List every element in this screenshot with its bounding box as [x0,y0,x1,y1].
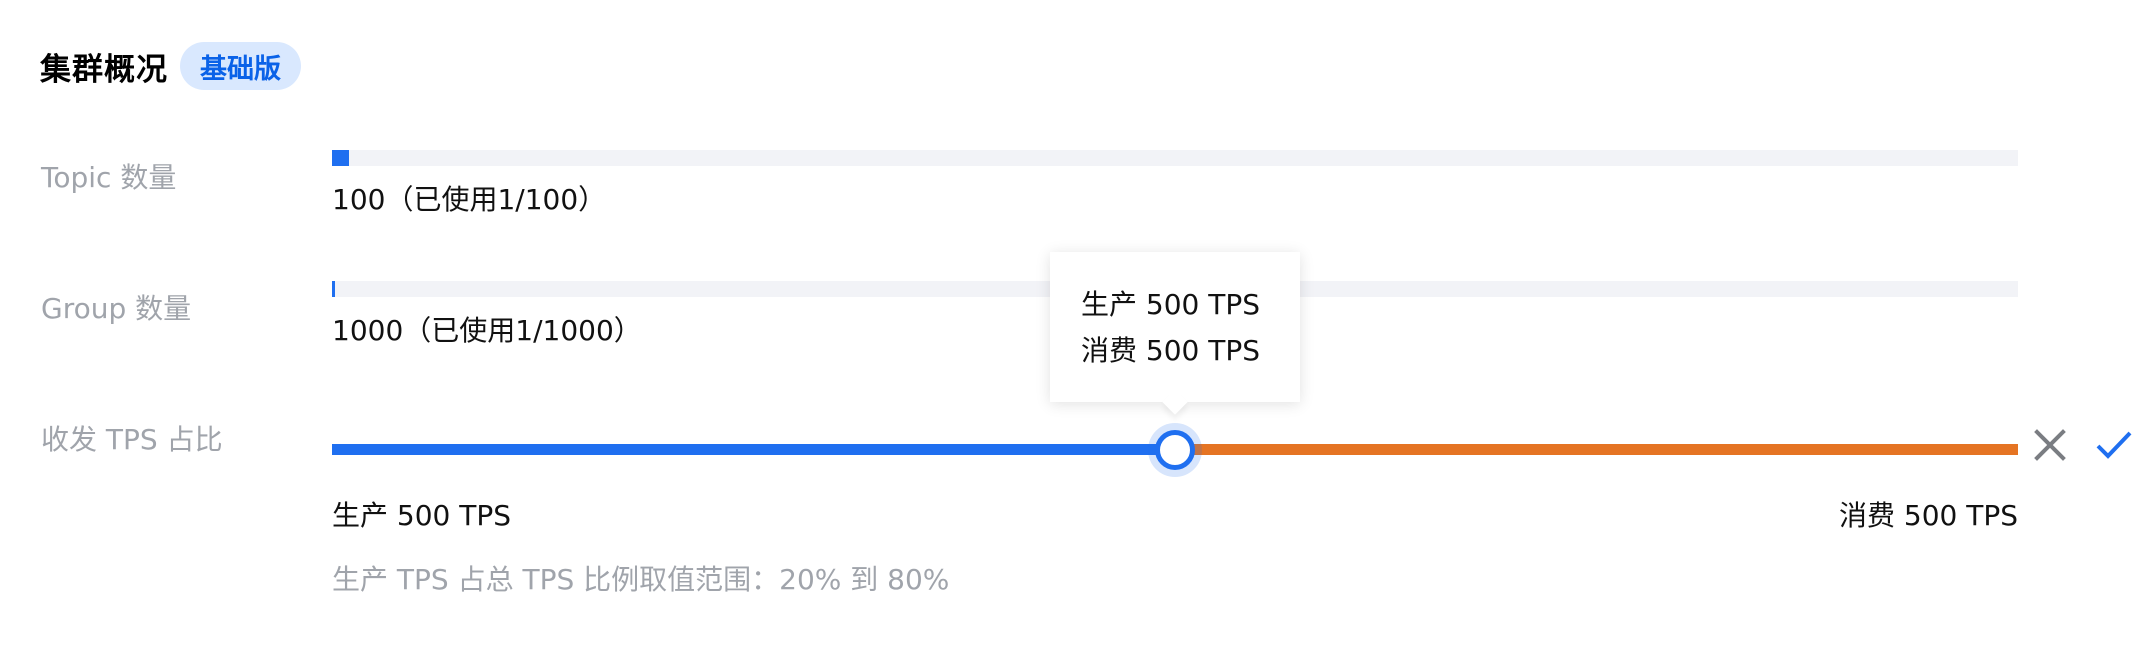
topic-usage-text: 100（已使用1/100） [332,183,607,216]
tooltip-produce: 生产 500 TPS [1081,288,1261,321]
section-header: 集群概况 基础版 [40,40,301,92]
consume-tps-label: 消费 500 TPS [1838,499,2018,532]
tooltip-consume: 消费 500 TPS [1081,334,1261,367]
topic-count-label: Topic 数量 [41,161,177,194]
group-count-label: Group 数量 [41,292,192,325]
close-icon [2034,429,2066,461]
tps-ratio-slider[interactable] [332,429,2018,470]
slider-consume-segment [1175,444,2018,455]
slider-tooltip: 生产 500 TPS 消费 500 TPS [1050,252,1300,402]
confirm-button[interactable] [2094,425,2134,465]
group-usage-text: 1000（已使用1/1000） [332,314,642,347]
tps-ratio-label: 收发 TPS 占比 [41,423,223,456]
slider-handle[interactable] [1155,429,1195,470]
topic-usage-bar [332,150,2018,166]
slider-produce-segment [332,444,1175,455]
cluster-overview-panel: 集群概况 基础版 Topic 数量 100（已使用1/100） Group 数量… [0,0,2156,652]
section-title: 集群概况 [40,51,168,88]
ratio-range-hint: 生产 TPS 占总 TPS 比例取值范围：20% 到 80% [332,563,950,596]
produce-tps-label: 生产 500 TPS [332,499,512,532]
check-icon [2096,431,2132,459]
topic-usage-fill [332,150,349,166]
cancel-button[interactable] [2030,425,2070,465]
edition-badge: 基础版 [180,42,301,90]
group-usage-fill [332,281,335,297]
